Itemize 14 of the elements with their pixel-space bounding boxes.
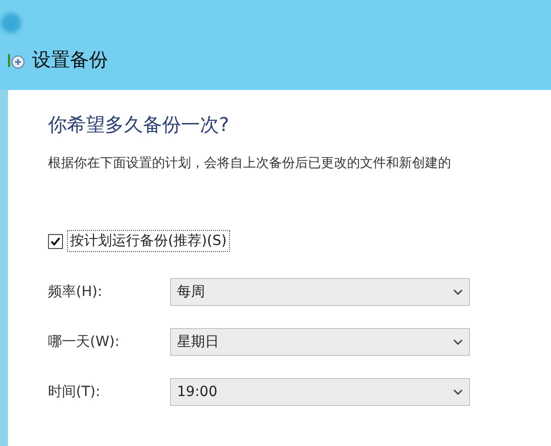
- chevron-down-icon: [453, 289, 463, 295]
- dropdown[interactable]: 每周: [170, 278, 470, 306]
- window-title: 设置备份: [32, 48, 108, 73]
- field-label: 时间(T):: [48, 383, 102, 401]
- description: 根据你在下面设置的计划，会将自上次备份后已更改的文件和新创建的: [48, 155, 452, 172]
- chevron-down-icon: [453, 389, 463, 395]
- chevron-down-icon: [453, 339, 463, 345]
- dropdown[interactable]: 19:00: [170, 378, 470, 406]
- heading: 你希望多久备份一次?: [48, 113, 230, 138]
- dropdown[interactable]: 星期日: [170, 328, 470, 356]
- schedule-checkbox[interactable]: [48, 234, 63, 248]
- field-label: 哪一天(W):: [48, 333, 120, 351]
- field-label: 频率(H):: [48, 283, 104, 301]
- checkbox-label[interactable]: 按计划运行备份(推荐)(S): [67, 230, 230, 252]
